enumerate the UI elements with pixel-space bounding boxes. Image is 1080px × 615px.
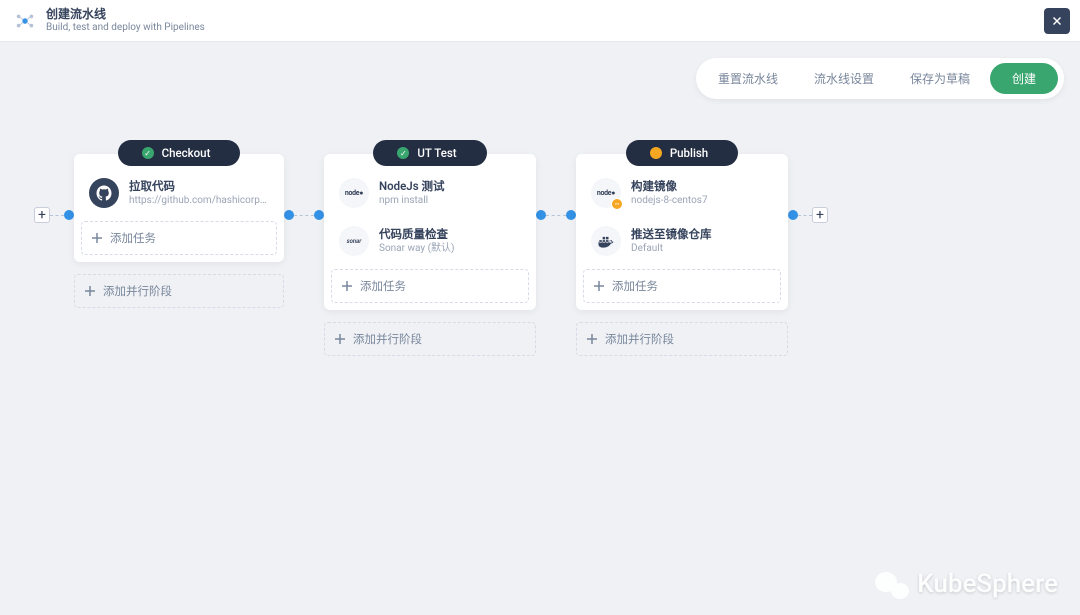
add-stage-after-button[interactable]: + xyxy=(812,207,828,223)
stage-card: node● NodeJs 测试 npm install sonar 代码质量检查… xyxy=(324,154,536,310)
add-task-label: 添加任务 xyxy=(612,278,658,294)
connector xyxy=(536,210,576,220)
task-title: 代码质量检查 xyxy=(379,227,454,242)
add-task-button[interactable]: 添加任务 xyxy=(331,269,529,303)
task-title: 推送至镜像仓库 xyxy=(631,227,712,242)
connector xyxy=(50,210,74,220)
stage-pill-uttest[interactable]: ✓ UT Test xyxy=(373,140,486,166)
stage-ut-test: ✓ UT Test node● NodeJs 测试 npm install so… xyxy=(324,140,536,356)
task-title: 构建镜像 xyxy=(631,179,708,194)
stage-name: Publish xyxy=(670,146,708,160)
create-button[interactable]: 创建 xyxy=(990,63,1058,94)
stage-pill-checkout[interactable]: ✓ Checkout xyxy=(118,140,241,166)
task-subtitle: npm install xyxy=(379,194,445,207)
header-text: 创建流水线 Build, test and deploy with Pipeli… xyxy=(46,7,205,33)
github-icon xyxy=(89,178,119,208)
task-title: 拉取代码 xyxy=(129,179,269,194)
add-task-label: 添加任务 xyxy=(110,230,156,246)
stage-card: 拉取代码 https://github.com/hashicorp/ter...… xyxy=(74,154,284,262)
plus-icon xyxy=(594,281,604,291)
warning-badge-icon: ~ xyxy=(611,198,623,210)
add-parallel-label: 添加并行阶段 xyxy=(605,331,674,347)
action-toolbar: 重置流水线 流水线设置 保存为草稿 创建 xyxy=(696,58,1064,99)
add-task-button[interactable]: 添加任务 xyxy=(583,269,781,303)
connector xyxy=(788,210,812,220)
task-subtitle: https://github.com/hashicorp/ter... xyxy=(129,194,269,207)
pipeline-logo-icon xyxy=(14,10,36,32)
task-item[interactable]: node● ~ 构建镜像 nodejs-8-centos7 xyxy=(583,172,781,214)
stage-name: UT Test xyxy=(417,146,456,160)
close-button[interactable] xyxy=(1044,8,1070,34)
task-text: 代码质量检查 Sonar way (默认) xyxy=(379,227,454,255)
wechat-icon xyxy=(875,569,909,599)
task-subtitle: Default xyxy=(631,242,712,255)
plus-icon xyxy=(85,286,95,296)
nodejs-icon: node● xyxy=(339,178,369,208)
task-subtitle: nodejs-8-centos7 xyxy=(631,194,708,207)
pipeline-canvas: + ✓ Checkout 拉取代码 https://github.com/has… xyxy=(0,140,1080,356)
plus-icon xyxy=(587,334,597,344)
add-parallel-label: 添加并行阶段 xyxy=(103,283,172,299)
stage-card: node● ~ 构建镜像 nodejs-8-centos7 推送至镜像仓库 De… xyxy=(576,154,788,310)
task-title: NodeJs 测试 xyxy=(379,179,445,194)
docker-icon xyxy=(591,226,621,256)
add-parallel-label: 添加并行阶段 xyxy=(353,331,422,347)
add-task-label: 添加任务 xyxy=(360,278,406,294)
sonar-icon: sonar xyxy=(339,226,369,256)
stage-name: Checkout xyxy=(162,146,211,160)
plus-icon xyxy=(335,334,345,344)
header-subtitle: Build, test and deploy with Pipelines xyxy=(46,22,205,34)
checkmark-icon: ✓ xyxy=(142,147,154,159)
watermark: KubeSphere xyxy=(875,569,1058,599)
task-text: NodeJs 测试 npm install xyxy=(379,179,445,207)
add-parallel-stage-button[interactable]: 添加并行阶段 xyxy=(74,274,284,308)
task-item[interactable]: 推送至镜像仓库 Default xyxy=(583,220,781,262)
nodejs-icon: node● ~ xyxy=(591,178,621,208)
task-subtitle: Sonar way (默认) xyxy=(379,242,454,255)
pipeline-settings-button[interactable]: 流水线设置 xyxy=(798,63,890,94)
task-item[interactable]: 拉取代码 https://github.com/hashicorp/ter... xyxy=(81,172,277,214)
save-draft-button[interactable]: 保存为草稿 xyxy=(894,63,986,94)
task-text: 推送至镜像仓库 Default xyxy=(631,227,712,255)
header-title: 创建流水线 xyxy=(46,7,205,21)
header: 创建流水线 Build, test and deploy with Pipeli… xyxy=(0,0,1080,42)
add-task-button[interactable]: 添加任务 xyxy=(81,221,277,255)
plus-icon xyxy=(342,281,352,291)
task-item[interactable]: node● NodeJs 测试 npm install xyxy=(331,172,529,214)
watermark-text: KubeSphere xyxy=(917,569,1058,599)
add-stage-before-button[interactable]: + xyxy=(34,207,50,223)
task-item[interactable]: sonar 代码质量检查 Sonar way (默认) xyxy=(331,220,529,262)
status-icon xyxy=(650,147,662,159)
stage-checkout: ✓ Checkout 拉取代码 https://github.com/hashi… xyxy=(74,140,284,308)
stage-pill-publish[interactable]: Publish xyxy=(626,140,738,166)
connector xyxy=(284,210,324,220)
plus-icon xyxy=(92,233,102,243)
checkmark-icon: ✓ xyxy=(397,147,409,159)
task-text: 构建镜像 nodejs-8-centos7 xyxy=(631,179,708,207)
task-text: 拉取代码 https://github.com/hashicorp/ter... xyxy=(129,179,269,207)
add-parallel-stage-button[interactable]: 添加并行阶段 xyxy=(576,322,788,356)
stage-publish: Publish node● ~ 构建镜像 nodejs-8-centos7 推送… xyxy=(576,140,788,356)
add-parallel-stage-button[interactable]: 添加并行阶段 xyxy=(324,322,536,356)
reset-pipeline-button[interactable]: 重置流水线 xyxy=(702,63,794,94)
